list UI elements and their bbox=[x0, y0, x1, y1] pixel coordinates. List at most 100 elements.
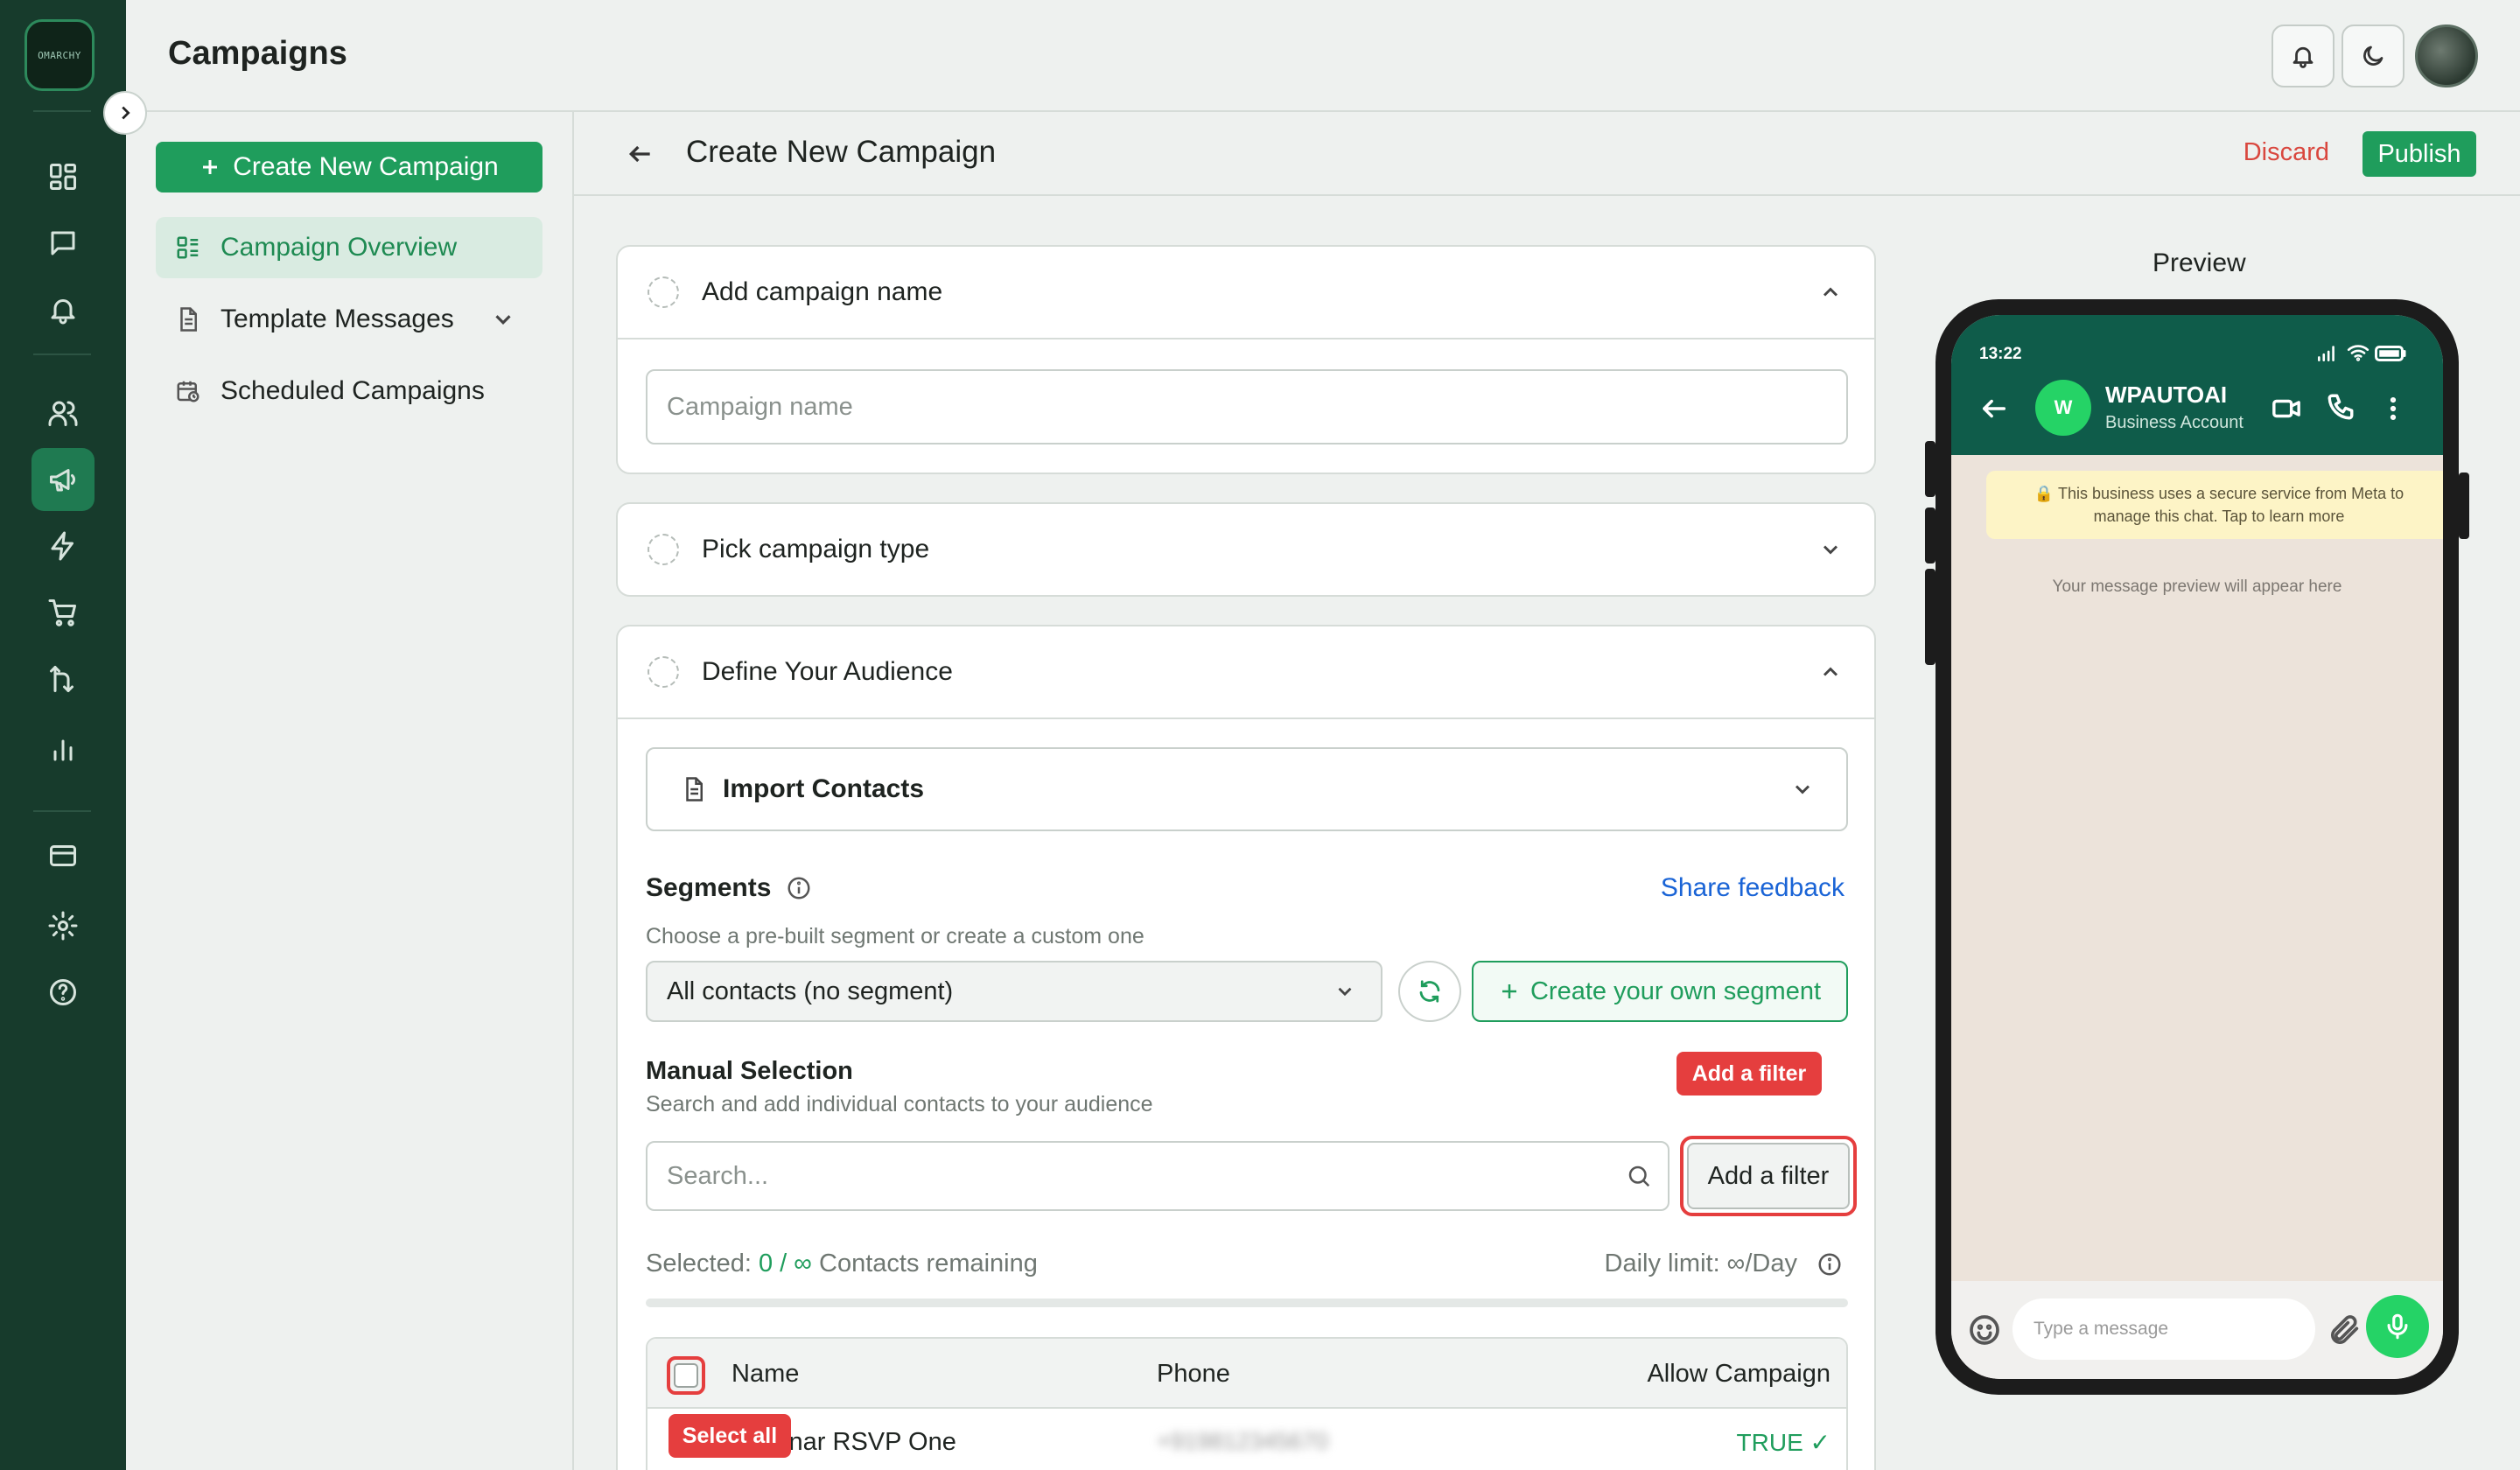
battery-icon bbox=[2375, 346, 2406, 361]
rail-bar-chart-icon[interactable] bbox=[32, 718, 94, 780]
lock-icon: 🔒 bbox=[2034, 485, 2054, 502]
message-input[interactable]: Type a message bbox=[2012, 1298, 2315, 1360]
rail-card-icon[interactable] bbox=[32, 824, 94, 887]
allow-campaign-value: TRUE ✓ bbox=[1736, 1429, 1830, 1456]
more-vertical-icon[interactable] bbox=[2378, 394, 2408, 424]
phone-side-button bbox=[1925, 441, 1936, 497]
rail-help-icon[interactable] bbox=[32, 961, 94, 1024]
step-header[interactable]: Define Your Audience bbox=[618, 626, 1874, 718]
segments-label: Segments bbox=[646, 873, 772, 902]
rail-cart-icon[interactable] bbox=[32, 581, 94, 644]
chevron-up-icon[interactable] bbox=[1818, 660, 1843, 684]
rail-bell-icon[interactable] bbox=[32, 278, 94, 341]
calendar-clock-icon bbox=[177, 381, 200, 402]
daily-limit: Daily limit: ∞/Day bbox=[1604, 1250, 1797, 1278]
attachment-icon[interactable] bbox=[2328, 1312, 2362, 1348]
import-contacts-dropdown[interactable]: Import Contacts bbox=[646, 747, 1848, 831]
user-avatar[interactable] bbox=[2415, 24, 2478, 88]
contacts-table: Name Phone Allow Campaign Webinar RSVP O… bbox=[646, 1337, 1848, 1470]
chevron-right-icon bbox=[122, 106, 130, 120]
document-icon bbox=[180, 307, 197, 332]
step-status-icon bbox=[648, 656, 679, 688]
campaign-name-placeholder: Campaign name bbox=[667, 392, 853, 421]
arrow-left-icon bbox=[628, 145, 650, 163]
manual-selection-title: Manual Selection bbox=[646, 1057, 853, 1085]
rail-divider bbox=[33, 110, 91, 112]
select-all-tooltip: Select all bbox=[668, 1414, 791, 1458]
manual-selection-hint: Search and add individual contacts to yo… bbox=[646, 1092, 1153, 1116]
table-header: Name Phone Allow Campaign bbox=[648, 1339, 1846, 1409]
share-feedback-link[interactable]: Share feedback bbox=[1661, 873, 1844, 903]
rail-megaphone-icon[interactable] bbox=[32, 448, 94, 511]
business-subtitle: Business Account bbox=[2105, 413, 2244, 432]
nav-template-messages[interactable]: Template Messages bbox=[156, 289, 542, 350]
phone-icon[interactable] bbox=[2326, 392, 2356, 422]
contact-search-input[interactable]: Search... bbox=[646, 1141, 1670, 1211]
arrow-left-icon[interactable] bbox=[1979, 394, 2009, 424]
whatsapp-header: 13:22 W WPAUTOAI Business Account bbox=[1951, 315, 2443, 455]
step-status-icon bbox=[648, 534, 679, 565]
notifications-button[interactable] bbox=[2272, 24, 2334, 88]
rail-chat-icon[interactable] bbox=[32, 212, 94, 275]
step-campaign-type: Pick campaign type bbox=[616, 502, 1876, 597]
info-icon[interactable] bbox=[1816, 1251, 1843, 1278]
notice-text-value: This business uses a secure service from… bbox=[2057, 485, 2404, 525]
rail-expand-button[interactable] bbox=[103, 91, 147, 135]
discard-button[interactable]: Discard bbox=[2244, 138, 2329, 167]
chevron-down-icon[interactable] bbox=[490, 306, 516, 332]
business-avatar: W bbox=[2035, 380, 2091, 436]
step-header[interactable]: Pick campaign type bbox=[618, 504, 1874, 595]
publish-button[interactable]: Publish bbox=[2362, 131, 2476, 177]
column-header-name: Name bbox=[732, 1360, 800, 1388]
rail-gear-icon[interactable] bbox=[32, 894, 94, 957]
contact-phone: +919812345670 bbox=[1157, 1428, 1328, 1454]
selection-progress-bar bbox=[646, 1298, 1848, 1307]
step-define-audience: Define Your Audience Import Contacts Seg… bbox=[616, 625, 1876, 1470]
app-logo[interactable]: OMARCHY bbox=[24, 19, 94, 91]
rail-workflow-icon[interactable] bbox=[32, 648, 94, 710]
video-call-icon[interactable] bbox=[2272, 394, 2301, 424]
refresh-icon bbox=[1419, 980, 1440, 1003]
create-segment-button[interactable]: Create your own segment bbox=[1472, 961, 1848, 1022]
segments-hint: Choose a pre-built segment or create a c… bbox=[646, 924, 1144, 948]
phone-side-button bbox=[1925, 508, 1936, 564]
chevron-down-icon[interactable] bbox=[1818, 537, 1843, 562]
nav-campaign-overview[interactable]: Campaign Overview bbox=[156, 217, 542, 278]
phone-side-button bbox=[2459, 472, 2469, 539]
secure-service-notice: 🔒 This business uses a secure service fr… bbox=[1986, 471, 2443, 539]
select-all-checkbox[interactable] bbox=[674, 1363, 698, 1388]
theme-toggle-button[interactable] bbox=[2342, 24, 2404, 88]
nav-label: Scheduled Campaigns bbox=[220, 376, 485, 405]
step-header[interactable]: Add campaign name bbox=[618, 247, 1874, 338]
preview-label: Preview bbox=[2152, 248, 2246, 277]
document-icon bbox=[686, 777, 703, 802]
rail-users-icon[interactable] bbox=[32, 382, 94, 444]
add-filter-button[interactable]: Add a filter bbox=[1687, 1143, 1850, 1209]
nav-scheduled-campaigns[interactable]: Scheduled Campaigns bbox=[156, 360, 542, 422]
rail-lightning-icon[interactable] bbox=[32, 514, 94, 578]
info-icon[interactable] bbox=[786, 875, 812, 901]
campaigns-sidebar: Create New Campaign Campaign Overview Te… bbox=[126, 112, 574, 1470]
add-filter-highlight: Add a filter bbox=[1680, 1136, 1857, 1216]
whatsapp-composer: Type a message bbox=[1951, 1281, 2443, 1379]
segment-select[interactable]: All contacts (no segment) bbox=[646, 961, 1382, 1022]
preview-hint: Your message preview will appear here bbox=[2052, 578, 2342, 596]
phone-side-button bbox=[1925, 569, 1936, 665]
step-title: Pick campaign type bbox=[702, 535, 930, 564]
search-placeholder: Search... bbox=[667, 1161, 769, 1190]
table-row[interactable]: Webinar RSVP One +919812345670 TRUE ✓ bbox=[648, 1409, 1846, 1470]
main-toolbar: Create New Campaign Discard Publish bbox=[574, 112, 2520, 196]
selected-count: Selected: 0 / ∞ Contacts remaining bbox=[646, 1250, 1038, 1278]
voice-message-button[interactable] bbox=[2366, 1295, 2429, 1358]
back-button[interactable] bbox=[626, 140, 654, 168]
campaign-name-input[interactable]: Campaign name bbox=[646, 369, 1848, 444]
emoji-icon[interactable] bbox=[1967, 1312, 2002, 1348]
business-name: WPAUTOAI bbox=[2105, 382, 2228, 408]
rail-divider bbox=[33, 354, 91, 355]
chevron-up-icon[interactable] bbox=[1818, 280, 1843, 304]
create-campaign-button[interactable]: Create New Campaign bbox=[156, 142, 542, 192]
message-placeholder: Type a message bbox=[2034, 1319, 2169, 1339]
rail-dashboard-icon[interactable] bbox=[32, 145, 94, 208]
refresh-segments-button[interactable] bbox=[1398, 961, 1461, 1022]
status-time: 13:22 bbox=[1979, 345, 2022, 363]
